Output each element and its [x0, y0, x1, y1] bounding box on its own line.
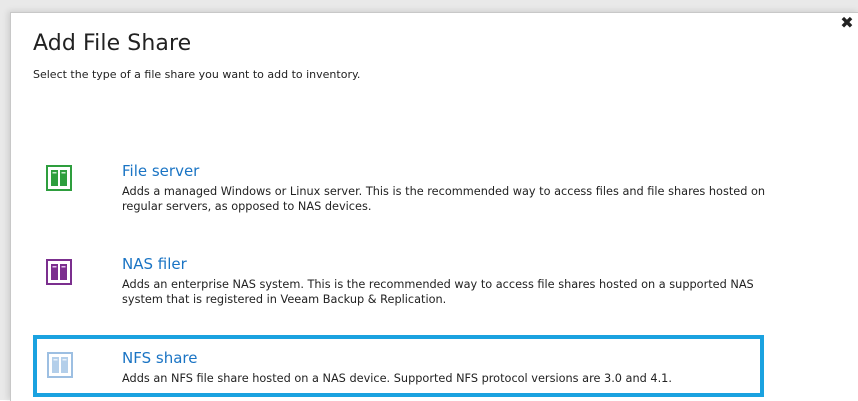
add-file-share-dialog: ✖ Add File Share Select the type of a fi…: [10, 12, 858, 401]
option-description: Adds an enterprise NAS system. This is t…: [122, 277, 852, 307]
option-name: NAS filer: [122, 255, 187, 273]
description-line: Adds an NFS file share hosted on a NAS d…: [122, 372, 672, 385]
dialog-subtitle: Select the type of a file share you want…: [33, 68, 361, 81]
nas-filer-icon: [46, 259, 72, 285]
option-description: Adds an NFS file share hosted on a NAS d…: [122, 371, 852, 386]
option-description: Adds a managed Windows or Linux server. …: [122, 184, 852, 214]
dialog-title: Add File Share: [33, 31, 192, 56]
description-line: Adds an enterprise NAS system. This is t…: [122, 278, 754, 291]
file-server-icon: [46, 165, 72, 191]
nfs-share-icon: [47, 352, 73, 378]
option-name: NFS share: [122, 349, 198, 367]
option-nfs-share[interactable]: NFS share Adds an NFS file share hosted …: [33, 335, 764, 397]
close-icon: ✖: [840, 13, 854, 32]
description-line: regular servers, as opposed to NAS devic…: [122, 200, 372, 213]
close-button[interactable]: ✖: [839, 12, 855, 34]
option-nas-filer[interactable]: NAS filer Adds an enterprise NAS system.…: [33, 247, 852, 307]
description-line: system that is registered in Veeam Backu…: [122, 293, 447, 306]
description-line: Adds a managed Windows or Linux server. …: [122, 185, 766, 198]
option-file-server[interactable]: File server Adds a managed Windows or Li…: [33, 153, 852, 214]
option-name: File server: [122, 162, 200, 180]
